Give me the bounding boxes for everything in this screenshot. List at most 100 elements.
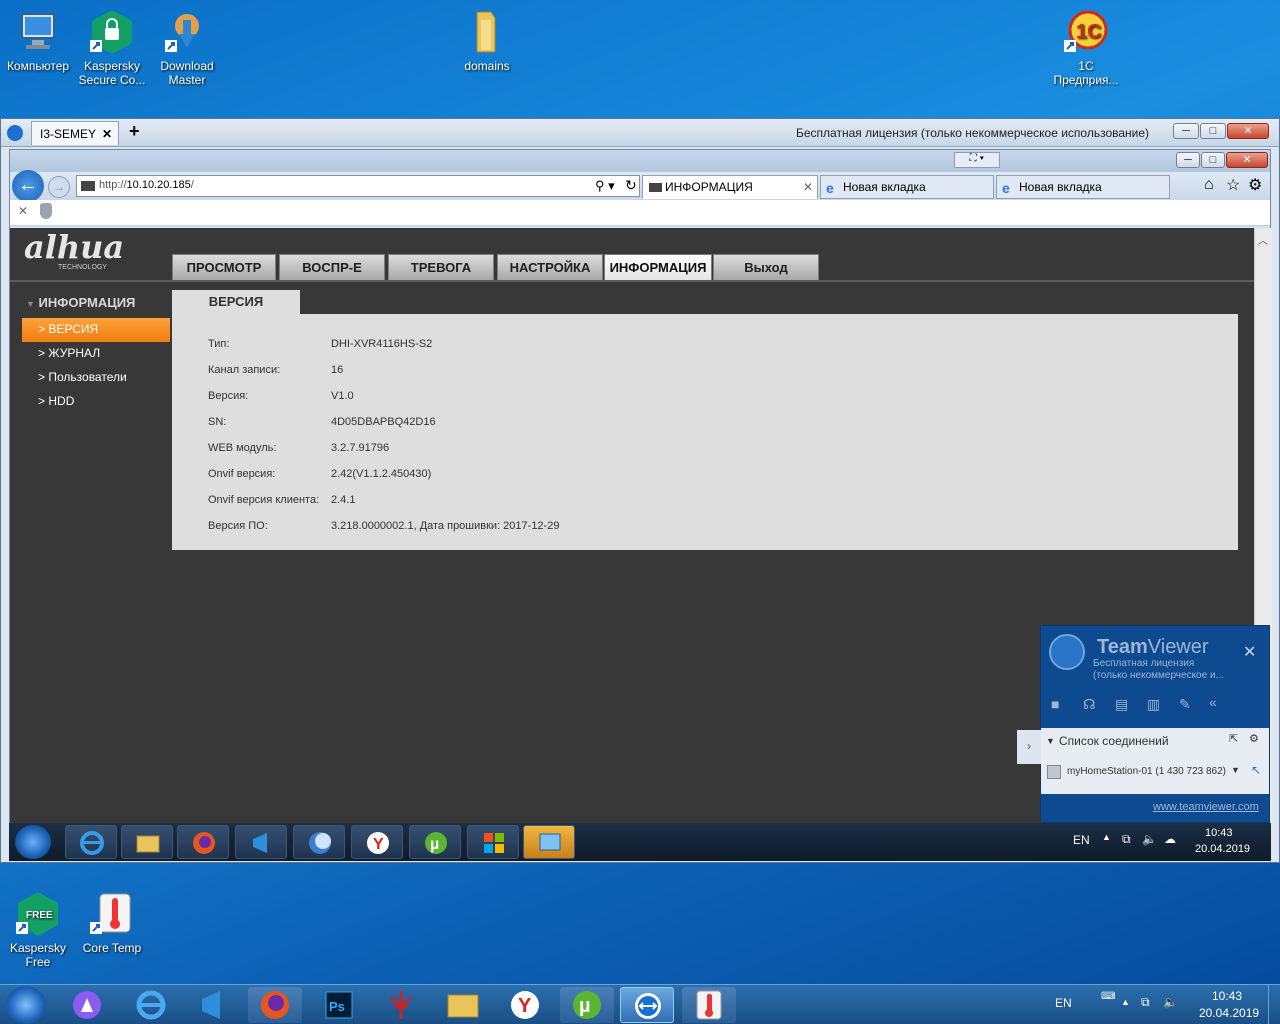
connection-item[interactable]: myHomeStation-01 (1 430 723 862) xyxy=(1067,766,1226,777)
teamviewer-session-tab[interactable]: I3-SEMEY ✕ xyxy=(31,121,119,145)
remote-tray-network-icon[interactable]: ⧉ xyxy=(1122,832,1131,847)
taskbar-vscode[interactable] xyxy=(235,825,287,859)
show-desktop-button[interactable] xyxy=(1268,985,1280,1024)
teamviewer-logo-icon xyxy=(1049,634,1085,670)
nav-prosmotr[interactable]: ПРОСМОТР xyxy=(172,254,276,280)
taskbar-explorer[interactable] xyxy=(121,825,173,859)
desktop-icon-download-master[interactable]: Download Master xyxy=(149,8,225,87)
taskbar-ie[interactable] xyxy=(65,825,117,859)
remote-tray-chevron-up-icon[interactable]: ▲ xyxy=(1102,832,1111,842)
nav-trevoga[interactable]: ТРЕВОГА xyxy=(388,254,494,280)
tray-date[interactable]: 20.04.2019 xyxy=(1199,1006,1259,1020)
nav-vospr[interactable]: ВОСПР-Е xyxy=(279,254,385,280)
taskbar-utorrent[interactable]: µ xyxy=(409,825,461,859)
remote-tray-cloud-icon[interactable]: ☁ xyxy=(1164,832,1176,846)
tray-network-icon[interactable]: ⧉ xyxy=(1141,995,1150,1010)
tab-new-2[interactable]: e Новая вкладка xyxy=(996,175,1170,199)
tray-time[interactable]: 10:43 xyxy=(1212,989,1242,1003)
remote-tray-lang[interactable]: EN xyxy=(1073,833,1090,847)
desktop-icon-computer[interactable]: Компьютер xyxy=(0,8,76,73)
tray-speaker-icon[interactable]: 🔈 xyxy=(1163,995,1178,1009)
taskbar-control-panel[interactable] xyxy=(523,825,575,859)
remote-tray-speaker-icon[interactable]: 🔈 xyxy=(1142,832,1157,846)
desktop-icon-kaspersky-secure[interactable]: Kaspersky Secure Co... xyxy=(74,8,150,87)
favorites-star-icon[interactable]: ☆ xyxy=(1226,175,1240,195)
files-icon[interactable]: ▥ xyxy=(1147,696,1160,713)
tv-close-icon[interactable]: ✕ xyxy=(1243,642,1256,662)
taskbar-app-moon[interactable] xyxy=(293,825,345,859)
close-icon[interactable]: ✕ xyxy=(18,204,28,218)
chat-icon[interactable]: ▤ xyxy=(1115,696,1128,713)
tray-chevron-up-icon[interactable]: ▲ xyxy=(1121,997,1130,1007)
remote-tray-date[interactable]: 20.04.2019 xyxy=(1195,843,1250,855)
tab-close-icon[interactable]: ✕ xyxy=(803,176,813,198)
teamviewer-link[interactable]: www.teamviewer.com xyxy=(1153,801,1259,813)
taskbar-photoshop[interactable]: Ps xyxy=(312,987,366,1023)
desktop-icon-domains[interactable]: domains xyxy=(449,8,525,73)
forward-button[interactable]: → xyxy=(48,176,70,198)
taskbar-alice[interactable] xyxy=(60,987,114,1023)
taskbar-ie[interactable] xyxy=(124,987,178,1023)
maximize-button[interactable]: □ xyxy=(1200,123,1226,139)
desktop-icon-kaspersky-free[interactable]: FREE Kaspersky Free xyxy=(0,890,76,969)
sidebar-item-versiya[interactable]: > ВЕРСИЯ xyxy=(22,318,170,342)
cursor-icon[interactable]: ↖ xyxy=(1251,763,1261,777)
panel-tab[interactable]: ВЕРСИЯ xyxy=(172,290,300,316)
sidebar-item-zhurnal[interactable]: > ЖУРНАЛ xyxy=(22,342,170,366)
video-icon[interactable]: ■ xyxy=(1051,696,1059,712)
tab-new-1[interactable]: e Новая вкладка xyxy=(820,175,994,199)
popout-icon[interactable]: ⇱ xyxy=(1229,732,1238,745)
taskbar-quake[interactable] xyxy=(374,987,428,1023)
headset-icon[interactable]: ☊ xyxy=(1083,696,1095,713)
info-key: Onvif версия: xyxy=(208,468,276,480)
connections-title[interactable]: Список соединений xyxy=(1059,734,1169,748)
nav-nastroyka[interactable]: НАСТРОЙКА xyxy=(497,254,603,280)
start-button[interactable] xyxy=(6,986,46,1024)
browser-close-button[interactable]: ✕ xyxy=(1226,152,1268,168)
nav-vyhod[interactable]: Выход xyxy=(713,254,819,280)
remote-tray-time[interactable]: 10:43 xyxy=(1205,827,1233,839)
sidebar-item-users[interactable]: > Пользователи xyxy=(22,366,170,390)
taskbar-utorrent[interactable]: µ xyxy=(560,987,614,1023)
tv-license-line2: (только некоммерческое и... xyxy=(1093,670,1224,681)
tab-informaciya[interactable]: ИНФОРМАЦИЯ ✕ xyxy=(642,175,818,199)
home-icon[interactable]: ⌂ xyxy=(1204,176,1214,194)
browser-maximize-button[interactable]: □ xyxy=(1201,152,1225,168)
close-button[interactable]: ✕ xyxy=(1227,123,1269,139)
teamviewer-tabbar: I3-SEMEY ✕ + Бесплатная лицензия (только… xyxy=(1,119,1279,147)
taskbar-firefox[interactable] xyxy=(248,987,302,1023)
minimize-button[interactable]: ─ xyxy=(1173,123,1199,139)
shield-icon[interactable] xyxy=(40,203,52,219)
compat-view-icon[interactable]: ⛶ ▾ xyxy=(954,152,1000,168)
refresh-icon[interactable]: ↻ xyxy=(625,177,637,194)
address-bar[interactable]: http://10.10.20.185/ ⚲ ▾ ↻ xyxy=(76,175,640,197)
scroll-up-icon[interactable]: ︿ xyxy=(1258,232,1268,247)
taskbar-windows-app[interactable] xyxy=(467,825,519,859)
chevron-down-icon[interactable]: ▼ xyxy=(1231,765,1240,775)
tray-lang[interactable]: EN xyxy=(1055,996,1072,1010)
taskbar-firefox[interactable] xyxy=(177,825,229,859)
gear-icon[interactable]: ⚙ xyxy=(1249,732,1259,745)
back-button[interactable]: ← xyxy=(12,170,44,202)
nav-informaciya[interactable]: ИНФОРМАЦИЯ xyxy=(604,254,712,280)
desktop-icon-1c[interactable]: 1С 1С Предприя... xyxy=(1048,8,1124,87)
taskbar-vscode[interactable] xyxy=(186,987,240,1023)
taskbar-explorer[interactable] xyxy=(436,987,490,1023)
taskbar-yandex[interactable]: Y xyxy=(351,825,403,859)
taskbar-teamviewer[interactable] xyxy=(620,987,674,1023)
tools-icon[interactable]: ✎ xyxy=(1179,696,1191,713)
search-icon[interactable]: ⚲ ▾ xyxy=(595,178,615,194)
taskbar-core-temp[interactable] xyxy=(682,987,736,1023)
taskbar-yandex[interactable]: Y xyxy=(498,987,552,1023)
browser-minimize-button[interactable]: ─ xyxy=(1176,152,1200,168)
gear-icon[interactable]: ⚙ xyxy=(1248,175,1262,195)
desktop-icon-core-temp[interactable]: Core Temp xyxy=(74,890,150,955)
collapse-icon[interactable]: « xyxy=(1209,694,1217,710)
add-tab-icon[interactable]: + xyxy=(129,121,140,142)
close-icon[interactable]: ✕ xyxy=(102,122,112,146)
tv-expand-tab[interactable]: › xyxy=(1017,730,1041,764)
yandex-icon: Y xyxy=(511,991,539,1019)
start-button[interactable] xyxy=(15,825,51,859)
tray-keyboard-icon[interactable]: ⌨ xyxy=(1101,991,1115,1002)
sidebar-item-hdd[interactable]: > HDD xyxy=(22,390,170,414)
